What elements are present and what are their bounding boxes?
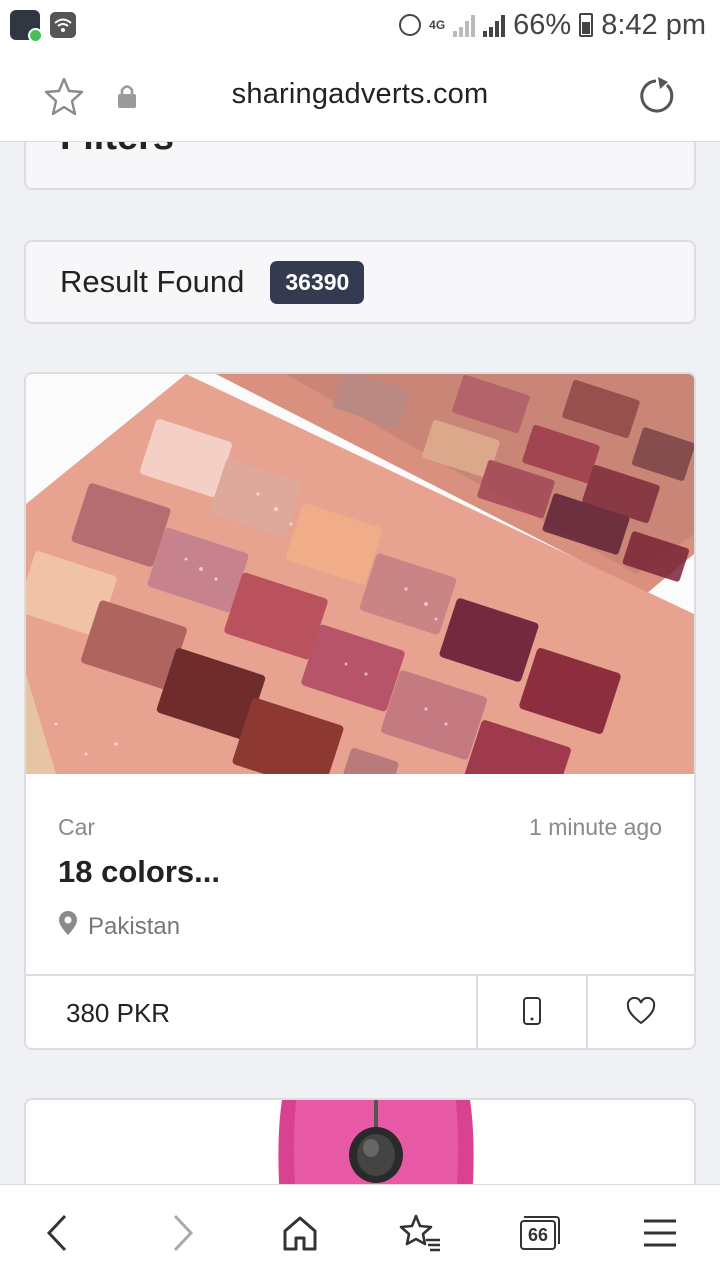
app-notification-icon <box>10 10 43 43</box>
listing-footer: 380 PKR <box>26 974 694 1048</box>
listing-card[interactable]: Car 1 minute ago 18 colors... Pakistan 3… <box>24 372 696 1050</box>
forward-icon[interactable] <box>158 1209 206 1257</box>
battery-icon <box>579 13 594 37</box>
browser-bottom-nav: 66 <box>0 1184 720 1280</box>
listing-image[interactable] <box>26 374 694 774</box>
tab-count: 66 <box>520 1220 556 1250</box>
heart-icon <box>626 996 656 1030</box>
phone-button[interactable] <box>478 976 588 1048</box>
wifi-icon <box>50 12 76 38</box>
menu-icon[interactable] <box>636 1209 684 1257</box>
globe-icon <box>399 14 422 36</box>
browser-url-bar: sharingadverts.com <box>0 50 720 142</box>
tabs-icon[interactable]: 66 <box>516 1209 564 1257</box>
result-count-badge: 36390 <box>270 260 365 304</box>
listing-location: Pakistan <box>58 910 180 943</box>
result-found-card: Result Found 36390 <box>24 240 696 324</box>
listing-meta: Car 1 minute ago <box>58 814 662 841</box>
status-bar: 4G 66% 8:42 pm <box>0 0 720 50</box>
listing-price: 380 PKR <box>26 976 478 1048</box>
home-icon[interactable] <box>276 1209 324 1257</box>
phone-icon <box>522 996 542 1031</box>
reload-icon[interactable] <box>634 74 678 118</box>
back-icon[interactable] <box>34 1209 82 1257</box>
battery-percent: 66% <box>513 8 572 41</box>
signal-icon-2 <box>483 13 506 37</box>
clock: 8:42 pm <box>601 8 706 41</box>
filters-card[interactable]: Filters <box>24 142 696 190</box>
listing-category[interactable]: Car <box>58 814 95 841</box>
listing-title[interactable]: 18 colors... <box>58 854 220 890</box>
network-type: 4G <box>429 17 446 32</box>
favorite-button[interactable] <box>588 976 694 1048</box>
bookmarks-icon[interactable] <box>396 1209 444 1257</box>
signal-icon <box>453 13 476 37</box>
listing-location-text: Pakistan <box>88 912 181 940</box>
filters-title: Filters <box>60 142 174 159</box>
listing-time: 1 minute ago <box>529 814 662 840</box>
result-found-label: Result Found <box>60 264 245 299</box>
url-text[interactable]: sharingadverts.com <box>0 78 720 111</box>
location-pin-icon <box>58 910 78 943</box>
